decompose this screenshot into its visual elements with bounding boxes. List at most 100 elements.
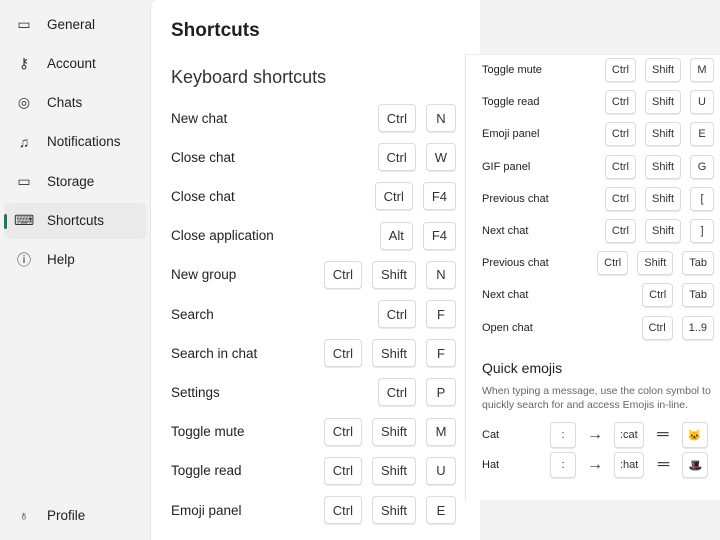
- emoji-keycap: 🎩: [682, 452, 709, 478]
- key-combo: Ctrl Shift F: [323, 339, 456, 368]
- sidebar-item-label: Chats: [47, 95, 83, 111]
- key-combo: Ctrl N: [377, 104, 456, 132]
- shortcut-label: Toggle read: [171, 463, 242, 479]
- bell-icon: ♫: [18, 133, 30, 150]
- keycap: [: [690, 186, 714, 211]
- shortcut-row: Emoji panel Ctrl Shift E: [482, 122, 714, 147]
- keycap: Ctrl: [323, 496, 362, 524]
- keycap: Shift: [371, 456, 416, 485]
- sidebar-item-label: Help: [47, 252, 75, 268]
- keycap: Ctrl: [323, 260, 362, 289]
- keyboard-icon: ⌨: [14, 212, 35, 228]
- keycap: ]: [690, 219, 714, 243]
- keycap: Shift: [371, 260, 416, 289]
- key-combo: Ctrl F: [377, 300, 456, 328]
- shortcut-label: Previous chat: [482, 192, 549, 205]
- quick-emoji-row: Cat: →:cat ═ 🐱: [482, 422, 716, 448]
- keycap: Ctrl: [377, 143, 416, 172]
- keycap: Ctrl: [377, 378, 416, 407]
- sidebar-item-account[interactable]: ⚷ Account: [4, 45, 146, 81]
- shortcut-label: Previous chat: [482, 257, 549, 270]
- keycap: M: [426, 417, 456, 446]
- shortcut-row: Next chat Ctrl Tab: [482, 283, 714, 308]
- emoji-label: Hat: [482, 459, 500, 471]
- shortcut-label: Next chat: [482, 225, 529, 237]
- shortcut-row: New chat Ctrl N: [171, 103, 456, 133]
- keycap: E: [426, 496, 456, 524]
- keycap: Tab: [682, 251, 714, 276]
- keycap: Ctrl: [604, 154, 636, 179]
- key-icon: ⚷: [18, 54, 30, 71]
- code-keycap: :cat: [614, 422, 644, 448]
- shortcut-row: Previous chat Ctrl Shift [: [482, 186, 714, 211]
- shortcut-row: Settings Ctrl P: [171, 377, 456, 407]
- shortcut-label: Close chat: [171, 149, 235, 165]
- emoji-label: Cat: [482, 429, 500, 441]
- info-icon: ⓘ: [17, 251, 31, 268]
- keycap: Ctrl: [377, 104, 416, 132]
- keycap: Shift: [644, 90, 681, 115]
- sidebar-item-chats[interactable]: ◎ Chats: [4, 85, 146, 121]
- sidebar-item-shortcuts[interactable]: ⌨ Shortcuts: [4, 202, 146, 239]
- keycap: Shift: [371, 339, 416, 368]
- keycap: M: [690, 58, 714, 82]
- shortcut-row: Search in chat Ctrl Shift F: [171, 338, 456, 368]
- shortcut-row: Close application Alt F4: [171, 221, 456, 251]
- key-combo: Ctrl Shift]: [604, 219, 714, 243]
- sidebar-item-label: Profile: [47, 507, 86, 523]
- sidebar-item-label: General: [47, 16, 96, 32]
- keycap: Shift: [644, 154, 681, 179]
- key-combo: Ctrl Shift M: [604, 58, 714, 82]
- keycap: F4: [422, 182, 456, 211]
- colon-keycap: :: [550, 452, 576, 478]
- shortcut-row: GIF panel Ctrl Shift G: [482, 154, 714, 179]
- key-combo: Alt F4: [379, 221, 456, 250]
- key-combo: Ctrl Shift E: [323, 496, 456, 524]
- keycap: Shift: [644, 186, 681, 211]
- keycap: Ctrl: [604, 122, 636, 147]
- colon-keycap: :: [550, 422, 576, 448]
- shortcut-row: Toggle read Ctrl Shift U: [482, 90, 714, 115]
- key-combo: Ctrl Shift [: [604, 186, 714, 211]
- shortcut-row: Open chat Ctrl 1..9: [482, 315, 714, 340]
- quick-emoji-row: Hat: →:hat ═ 🎩: [482, 452, 716, 478]
- key-combo: Ctrl Tab: [642, 283, 714, 308]
- keycap: Ctrl: [642, 283, 674, 308]
- sidebar-item-profile[interactable]: ♁ Profile: [4, 497, 146, 533]
- keycap: N: [426, 260, 456, 289]
- keycap: Ctrl: [604, 219, 636, 243]
- keycap: Ctrl: [323, 456, 362, 485]
- sidebar-item-label: Shortcuts: [47, 213, 105, 228]
- key-combo: Ctrl P: [377, 378, 456, 407]
- keycap: Tab: [682, 283, 714, 308]
- key-combo: Ctrl Shift U: [604, 90, 714, 115]
- keycap: Shift: [637, 251, 674, 276]
- keycap: Ctrl: [374, 182, 413, 211]
- person-icon: ♁: [18, 507, 30, 523]
- sidebar-item-storage[interactable]: ▭ Storage: [4, 163, 146, 199]
- sidebar-item-help[interactable]: ⓘ Help: [4, 242, 146, 278]
- shortcut-label: Emoji panel: [171, 502, 242, 518]
- keycap: Ctrl: [323, 339, 362, 368]
- keycap: W: [425, 143, 456, 172]
- shortcut-row: Toggle mute Ctrl Shift M: [171, 417, 456, 447]
- arrow-icon: →: [587, 456, 603, 473]
- shortcut-row: Emoji panel Ctrl Shift E: [171, 495, 456, 525]
- sidebar-item-general[interactable]: ▭ General: [4, 6, 146, 42]
- code-keycap: :hat: [614, 452, 645, 478]
- sidebar-item-label: Notifications: [47, 134, 121, 150]
- sidebar-item-notifications[interactable]: ♫ Notifications: [4, 124, 146, 160]
- keycap: E: [690, 122, 714, 147]
- key-combo: Ctrl 1..9: [641, 315, 714, 340]
- key-combo: Ctrl W: [377, 143, 456, 172]
- keycap: Ctrl: [597, 251, 629, 276]
- keycap: U: [426, 456, 456, 485]
- shortcut-label: Next chat: [482, 289, 529, 302]
- keycap: 1..9: [681, 315, 714, 340]
- keycap: Ctrl: [604, 58, 636, 82]
- section-title: Keyboard shortcuts: [171, 67, 327, 87]
- shortcut-label: Emoji panel: [482, 128, 540, 141]
- shortcut-label: Toggle read: [482, 96, 540, 109]
- shortcut-label: New group: [171, 267, 237, 283]
- keycap: Ctrl: [604, 186, 636, 211]
